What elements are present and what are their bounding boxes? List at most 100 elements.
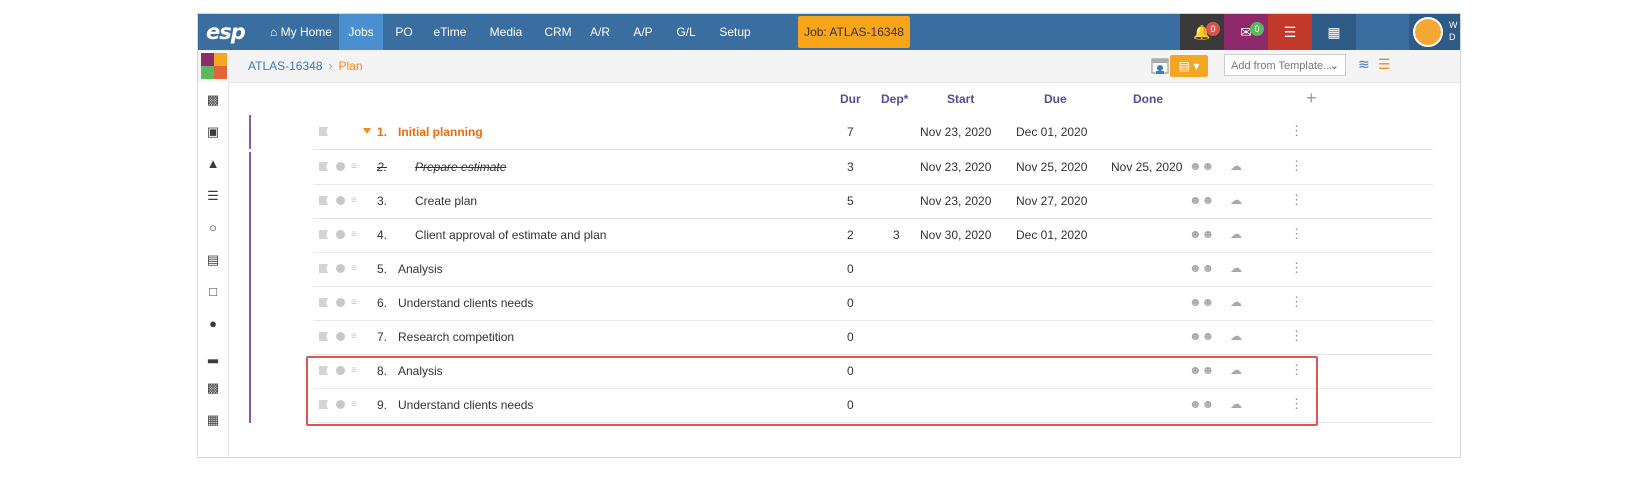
status-dot-icon[interactable] [336, 162, 345, 171]
more-options-icon[interactable]: ⋮ [1290, 192, 1303, 208]
flag-icon[interactable] [319, 230, 328, 239]
task-name[interactable]: Research competition [398, 330, 514, 344]
comments-icon[interactable]: ☁ [1230, 295, 1242, 309]
task-duration[interactable]: 2 [847, 228, 854, 242]
flag-icon[interactable] [319, 162, 328, 171]
calendar-people-icon[interactable] [1151, 56, 1171, 76]
nav-jobs[interactable]: Jobs [339, 14, 383, 50]
nav-ar[interactable]: A/R [583, 14, 617, 50]
more-options-icon[interactable]: ⋮ [1290, 158, 1303, 174]
task-name[interactable]: Initial planning [398, 125, 483, 139]
mail-icon[interactable]: ✉ 0 [1224, 14, 1268, 50]
task-due-date[interactable]: Dec 01, 2020 [1016, 125, 1087, 139]
task-start-date[interactable]: Nov 23, 2020 [920, 125, 991, 139]
assign-people-icon[interactable]: ☻☻ [1189, 159, 1214, 173]
app-logo[interactable]: esp [206, 20, 246, 44]
task-name[interactable]: Analysis [398, 262, 443, 276]
task-row[interactable]: ≡ 6. Understand clients needs 0 ☻☻ ☁ ⋮ [313, 286, 1433, 321]
task-row[interactable]: ≡ 5. Analysis 0 ☻☻ ☁ ⋮ [313, 252, 1433, 287]
nav-ap[interactable]: A/P [626, 14, 660, 50]
status-dot-icon[interactable] [336, 264, 345, 273]
more-options-icon[interactable]: ⋮ [1290, 328, 1303, 344]
map-icon[interactable]: ≡ [351, 229, 363, 240]
money-icon[interactable]: ▩ [204, 379, 222, 397]
task-row[interactable]: 1. Initial planning 7 Nov 23, 2020 Dec 01, 2… [313, 115, 1433, 150]
map-icon[interactable]: ≡ [351, 161, 363, 172]
task-row[interactable]: ≡ 2. Prepare estimate 3 Nov 23, 2020 Nov 25, … [313, 150, 1433, 185]
database-icon[interactable]: ☰ [1268, 14, 1312, 50]
assign-people-icon[interactable]: ☻☻ [1189, 227, 1214, 241]
signal-icon[interactable]: ▂ [204, 347, 222, 365]
image-icon[interactable]: ▣ [204, 123, 222, 141]
nav-gl[interactable]: G/L [669, 14, 703, 50]
more-options-icon[interactable]: ⋮ [1290, 260, 1303, 276]
task-duration[interactable]: 0 [847, 296, 854, 310]
task-name[interactable]: Client approval of estimate and plan [415, 228, 606, 242]
header-due[interactable]: Due [1044, 92, 1067, 106]
status-dot-icon[interactable] [336, 298, 345, 307]
task-due-date[interactable]: Dec 01, 2020 [1016, 228, 1087, 242]
status-dot-icon[interactable] [336, 230, 345, 239]
header-start[interactable]: Start [947, 92, 974, 106]
nav-media[interactable]: Media [481, 14, 531, 50]
nav-crm[interactable]: CRM [538, 14, 578, 50]
task-duration[interactable]: 3 [847, 160, 854, 174]
map-icon[interactable]: ≡ [351, 263, 363, 274]
calendar-grid-icon[interactable]: ▦ [204, 411, 222, 429]
users-icon[interactable]: ● [204, 315, 222, 333]
book-icon[interactable]: ▦ [1312, 14, 1356, 50]
job-button[interactable]: Job: ATLAS-16348 [798, 16, 910, 48]
sitemap-icon[interactable]: ▩ [204, 91, 222, 109]
status-dot-icon[interactable] [336, 332, 345, 341]
map-icon[interactable]: ≡ [351, 195, 363, 206]
rss-icon[interactable]: ≋ [1358, 56, 1370, 73]
avatar[interactable] [1413, 17, 1443, 47]
task-duration[interactable]: 0 [847, 262, 854, 276]
layers-icon[interactable]: ☰ [1378, 56, 1391, 73]
map-icon[interactable]: ≡ [351, 331, 363, 342]
status-dot-icon[interactable] [336, 196, 345, 205]
nav-etime[interactable]: eTime [426, 14, 474, 50]
flag-icon[interactable] [319, 332, 328, 341]
list-icon[interactable]: ☰ [204, 187, 222, 205]
folder-icon[interactable]: ▲ [204, 155, 222, 173]
task-start-date[interactable]: Nov 30, 2020 [920, 228, 991, 242]
nav-setup[interactable]: Setup [713, 14, 757, 50]
flag-icon[interactable] [319, 264, 328, 273]
more-options-icon[interactable]: ⋮ [1290, 226, 1303, 242]
task-duration[interactable]: 0 [847, 330, 854, 344]
more-options-icon[interactable]: ⋮ [1290, 294, 1303, 310]
more-options-icon[interactable]: ⋮ [1290, 123, 1303, 139]
map-icon[interactable]: ≡ [351, 297, 363, 308]
task-done-date[interactable]: Nov 25, 2020 [1111, 160, 1182, 174]
task-name[interactable]: Create plan [415, 194, 477, 208]
assign-people-icon[interactable]: ☻☻ [1189, 295, 1214, 309]
task-start-date[interactable]: Nov 23, 2020 [920, 194, 991, 208]
comments-icon[interactable]: ☁ [1230, 329, 1242, 343]
comments-icon[interactable]: ☁ [1230, 159, 1242, 173]
task-start-date[interactable]: Nov 23, 2020 [920, 160, 991, 174]
task-dependency[interactable]: 3 [893, 228, 900, 242]
chat-icon[interactable]: ○ [204, 219, 222, 237]
user-menu[interactable]: W D [1409, 14, 1460, 50]
flag-icon[interactable] [319, 127, 328, 136]
flag-icon[interactable] [319, 298, 328, 307]
breadcrumb-job-link[interactable]: ATLAS-16348 [248, 59, 323, 73]
task-row[interactable]: ≡ 4. Client approval of estimate and plan 2… [313, 218, 1433, 253]
task-due-date[interactable]: Nov 25, 2020 [1016, 160, 1087, 174]
nav-po[interactable]: PO [386, 14, 422, 50]
comments-icon[interactable]: ☁ [1230, 261, 1242, 275]
module-grid-icon[interactable] [201, 53, 227, 79]
task-name[interactable]: Understand clients needs [398, 296, 533, 310]
task-row[interactable]: ≡ 7. Research competition 0 ☻☻ ☁ ⋮ [313, 320, 1433, 355]
flag-icon[interactable] [319, 196, 328, 205]
plan-tools-dropdown[interactable]: ▤ ▾ [1170, 55, 1208, 77]
header-dep[interactable]: Dep* [881, 92, 908, 106]
template-select[interactable]: Add from Template... ⌄ [1224, 54, 1346, 76]
assign-people-icon[interactable]: ☻☻ [1189, 261, 1214, 275]
task-duration[interactable]: 5 [847, 194, 854, 208]
bell-icon[interactable]: 🔔 0 [1180, 14, 1224, 50]
nav-my-home[interactable]: ⌂ My Home [266, 14, 336, 50]
add-task-button[interactable]: + [1306, 88, 1317, 109]
assign-people-icon[interactable]: ☻☻ [1189, 193, 1214, 207]
